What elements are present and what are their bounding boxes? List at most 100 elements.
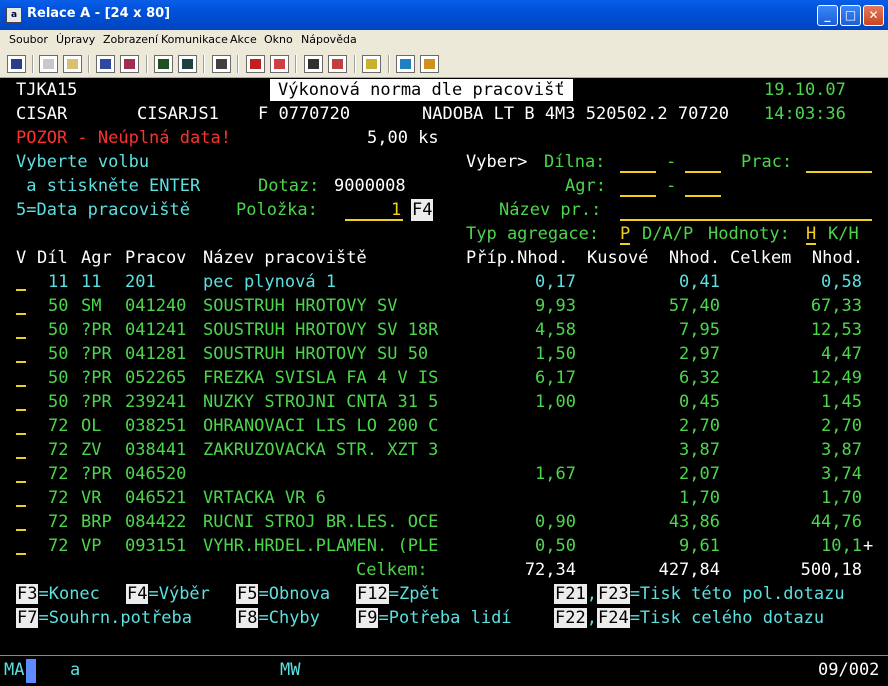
row-select-field[interactable] [16, 457, 26, 459]
prompt-choose: Vyberte volbu [16, 152, 150, 172]
fkey-f3[interactable]: F3=Konec [16, 583, 100, 605]
cell-nazev: ZAKRUZOVACKA STR. XZT 3 [203, 440, 439, 460]
menu-okno[interactable]: Okno [264, 33, 293, 46]
receive-icon[interactable] [120, 55, 139, 73]
close-button[interactable]: ✕ [863, 5, 884, 26]
cell-dil: 50 [48, 296, 69, 316]
cell-cel: 3,74 [821, 464, 862, 484]
cell-prip: 1,67 [535, 464, 576, 484]
menu-zobrazeni[interactable]: Zobrazení [103, 33, 158, 46]
fkey-f8[interactable]: F8=Chyby [236, 607, 320, 629]
f-code: F 0770720 [258, 104, 351, 124]
more-indicator: + [863, 536, 874, 556]
fkey-f5[interactable]: F5=Obnova [236, 583, 330, 605]
cell-dil: 50 [48, 320, 69, 340]
menu-komunikace[interactable]: Komunikace [161, 33, 228, 46]
program-id: TJKA15 [16, 80, 78, 100]
play-icon[interactable] [304, 55, 323, 73]
status-mode: MA [4, 660, 25, 680]
cell-dil: 72 [48, 488, 69, 508]
agg-type-input[interactable]: P [620, 223, 631, 245]
values-options: K/H [828, 224, 859, 244]
date: 19.10.07 [764, 80, 846, 100]
menu-akce[interactable]: Akce [230, 33, 257, 46]
cell-kus: 7,95 [679, 320, 720, 340]
values-input[interactable]: H [806, 223, 817, 245]
stop-icon[interactable] [270, 55, 289, 73]
row-select-field[interactable] [16, 553, 26, 555]
cell-cel: 12,49 [810, 368, 862, 388]
dilna-from-input[interactable] [620, 151, 656, 173]
cell-dil: 72 [48, 464, 69, 484]
cell-nazev: RUCNI STROJ BR.LES. OCE [203, 512, 439, 532]
row-select-field[interactable] [16, 505, 26, 507]
f4-prompt-tag[interactable]: F4 [411, 199, 434, 221]
agr-to-input[interactable] [685, 175, 721, 197]
cell-agr: ?PR [81, 368, 112, 388]
maximize-button[interactable]: □ [840, 5, 861, 26]
fkey-f7[interactable]: F7=Souhrn.potřeba [16, 607, 192, 629]
globe-icon[interactable] [396, 55, 415, 73]
row-select-field[interactable] [16, 529, 26, 531]
menu-soubor[interactable]: Soubor [9, 33, 48, 46]
item-value[interactable]: 1 [391, 199, 401, 221]
dilna-to-input[interactable] [685, 151, 721, 173]
menu-upravy[interactable]: Úpravy [56, 33, 95, 46]
row-select-field[interactable] [16, 313, 26, 315]
fkey-f9[interactable]: F9=Potřeba lidí [356, 607, 512, 629]
cell-cel: 4,47 [821, 344, 862, 364]
cell-prip: 6,17 [535, 368, 576, 388]
minimize-button[interactable]: _ [817, 5, 838, 26]
row-select-field[interactable] [16, 385, 26, 387]
print-icon[interactable] [7, 55, 26, 73]
cell-agr: ?PR [81, 344, 112, 364]
data-option: 5=Data pracoviště [16, 200, 190, 220]
agg-type-options: D/A/P [642, 224, 694, 244]
cell-nazev: NUZKY STROJNI CNTA 31 5 [203, 392, 439, 412]
send-icon[interactable] [96, 55, 115, 73]
copy-icon[interactable] [39, 55, 58, 73]
pause-icon[interactable] [328, 55, 347, 73]
paste-icon[interactable] [63, 55, 82, 73]
query-label: Dotaz: [258, 176, 320, 196]
cell-cel: 67,33 [810, 296, 862, 316]
cell-pracov: 046520 [125, 464, 187, 484]
row-select-field[interactable] [16, 409, 26, 411]
row-select-field[interactable] [16, 289, 26, 291]
cell-cel: 1,70 [821, 488, 862, 508]
window-titlebar[interactable]: a Relace A - [24 x 80] _ □ ✕ [0, 0, 888, 30]
window-title: Relace A - [24 x 80] [27, 6, 171, 21]
total-prip: 72,34 [524, 560, 576, 580]
values-label: Hodnoty: [708, 224, 790, 244]
col-kusove: Kusové Nhod. [587, 248, 721, 268]
agr-from-input[interactable] [620, 175, 656, 197]
row-select-field[interactable] [16, 361, 26, 363]
user-name: CISAR [16, 104, 68, 124]
prac-input[interactable] [806, 151, 872, 173]
display-icon[interactable] [154, 55, 173, 73]
clipboard-icon[interactable] [362, 55, 381, 73]
col-v: V [16, 248, 27, 268]
cell-pracov: 046521 [125, 488, 187, 508]
cell-cel: 10,1 [821, 536, 862, 556]
menu-napoveda[interactable]: Nápověda [301, 33, 357, 46]
record-icon[interactable] [246, 55, 265, 73]
keyboard-icon[interactable] [178, 55, 197, 73]
fkey-f21-f23[interactable]: F21,F23=Tisk této pol.dotazu [554, 583, 845, 605]
row-select-field[interactable] [16, 481, 26, 483]
col-dil: Díl [37, 248, 68, 268]
fkey-f22-f24[interactable]: F22,F24=Tisk celého dotazu [554, 607, 824, 629]
terminal-screen[interactable]: TJKA15 Výkonová norma dle pracovišť 19.1… [0, 79, 888, 655]
row-select-field[interactable] [16, 337, 26, 339]
name-input[interactable] [620, 199, 872, 221]
row-select-field[interactable] [16, 433, 26, 435]
total-cel: 500,18 [800, 560, 862, 580]
fkey-f12[interactable]: F12=Zpět [356, 583, 440, 605]
key-icon[interactable] [420, 55, 439, 73]
cell-pracov: 084422 [125, 512, 187, 532]
app-icon[interactable]: a [6, 7, 22, 23]
cell-cel: 2,70 [821, 416, 862, 436]
fkey-f4[interactable]: F4=Výběr [126, 583, 210, 605]
macro-icon[interactable] [212, 55, 231, 73]
quantity: 5,00 ks [367, 128, 439, 148]
